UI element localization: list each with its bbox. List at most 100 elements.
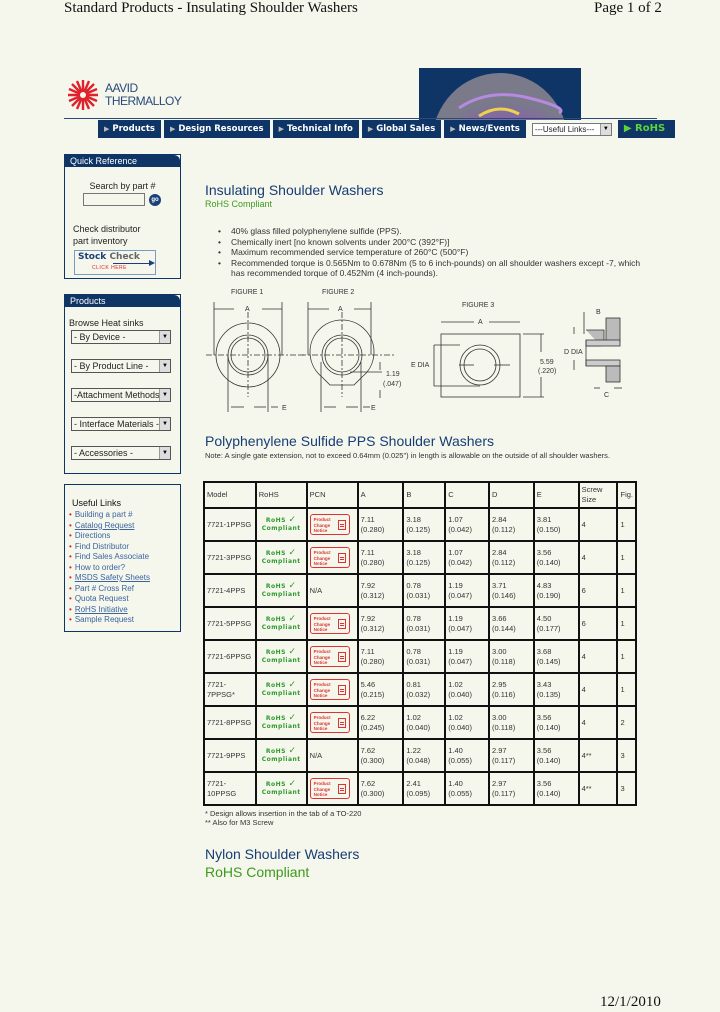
inch-value: (0.040) [448, 689, 472, 699]
feature-list: 40% glass filled polyphenylene sulfide (… [218, 226, 648, 279]
col-pcn: PCN [305, 481, 359, 509]
mm-value: 2.41 [406, 778, 421, 788]
useful-link-label: Part # Cross Ref [74, 583, 134, 593]
inch-value: (0.031) [406, 590, 431, 600]
rohs-badge-line1: RoHS [265, 682, 286, 689]
inch-value: (0.112) [492, 557, 516, 567]
click-here-label: CLICK HERE [92, 265, 128, 271]
useful-link-item[interactable]: • RoHS Initiative [69, 605, 180, 616]
useful-link-item[interactable]: • Part # Cross Ref [69, 584, 180, 595]
figure-1 [206, 302, 304, 412]
interface-materials-select[interactable]: - Interface Materials - ▼ [71, 417, 171, 431]
useful-link-label: Sample Request [74, 615, 134, 624]
dim-559-label: 5.59 [540, 359, 554, 366]
table-row: 7721-8PPSG RoHS ✓ Compliant Product Change No… [203, 705, 637, 740]
rohs-badge-line1: RoHS [265, 715, 286, 722]
useful-link-item[interactable]: • Find Distributor [69, 542, 180, 553]
cell-e: 3.43 (0.135) [532, 672, 580, 707]
useful-link-item[interactable]: • Catalog Request [69, 521, 180, 532]
checkmark-icon: ✓ [288, 680, 297, 690]
cell-rohs: RoHS ✓ Compliant [254, 606, 308, 641]
useful-link-item[interactable]: • Find Sales Associate [69, 552, 180, 563]
useful-link-item[interactable]: • Building a part # [69, 510, 180, 521]
cell-fig: 1 [616, 606, 637, 641]
useful-link-item[interactable]: • Quota Request [69, 594, 180, 605]
by-device-select[interactable]: - By Device - ▼ [71, 330, 171, 344]
accessories-select[interactable]: - Accessories - ▼ [71, 446, 171, 460]
cell-c: 1.07 (0.042) [444, 540, 490, 575]
nav-news-events[interactable]: ▶ News/Events [444, 120, 526, 138]
cell-a: 7.11 (0.280) [356, 639, 405, 674]
rohs-badge-line2: Compliant [261, 558, 301, 565]
stock-check-label: Stock Check [78, 252, 140, 262]
pcn-notice-button[interactable]: Product Change Notice [309, 646, 350, 667]
inch-value: (0.145) [536, 656, 561, 666]
nav-products[interactable]: ▶ Products [98, 120, 161, 138]
rohs-compliant-badge: RoHS ✓ Compliant [259, 549, 304, 566]
useful-link-item[interactable]: • Directions [69, 531, 180, 542]
dropdown-arrow-icon: ▼ [159, 418, 170, 430]
table-row: 7721-6PPSG RoHS ✓ Compliant Product Change No… [203, 639, 637, 674]
useful-link-item[interactable]: • Sample Request [69, 615, 180, 626]
pcn-notice-button[interactable]: Product Change Notice [309, 514, 350, 535]
document-icon [337, 553, 346, 563]
document-icon [337, 784, 346, 794]
cell-model: 7721-1PPSG [203, 507, 257, 542]
go-button[interactable]: go [149, 193, 161, 206]
check-text-line1: Check distributor [73, 224, 141, 234]
mm-value: 3.18 [406, 547, 421, 557]
checkmark-icon: ✓ [288, 779, 297, 789]
logo-text: AAVID THERMALLOY [105, 82, 182, 108]
inch-value: (0.095) [406, 788, 431, 798]
footnote-1: * Design allows insertion in the tab of … [205, 809, 362, 818]
useful-link-item[interactable]: • How to order? [69, 563, 180, 574]
inch-value: (0.140) [536, 755, 561, 765]
pcn-notice-button[interactable]: Product Change Notice [309, 778, 350, 799]
cell-rohs: RoHS ✓ Compliant [254, 639, 308, 674]
stock-check-button[interactable]: Stock Check CLICK HERE [74, 250, 156, 275]
cell-pcn: Product Change Notice [305, 639, 359, 674]
cell-rohs: RoHS ✓ Compliant [254, 705, 308, 740]
by-product-line-select[interactable]: - By Product Line - ▼ [71, 359, 171, 373]
useful-links-select[interactable]: ---Useful Links--- ▼ [531, 123, 612, 136]
nav-technical-info[interactable]: ▶ Technical Info [272, 120, 359, 138]
rohs-compliant-badge: RoHS ✓ Compliant [259, 714, 304, 731]
checkmark-icon: ✓ [288, 614, 297, 624]
useful-link-item[interactable]: • MSDS Safety Sheets [69, 573, 180, 584]
cell-fig: 1 [616, 507, 637, 542]
inch-value: (0.042) [448, 557, 472, 567]
mm-value: 7.92 [360, 613, 376, 623]
nav-global-sales[interactable]: ▶ Global Sales [361, 120, 442, 138]
pps-section-title: Polyphenylene Sulfide PPS Shoulder Washe… [205, 433, 494, 449]
cell-fig: 1 [616, 573, 637, 608]
rohs-badge-line2: Compliant [261, 756, 301, 763]
main-nav: ▶ Products ▶ Design Resources ▶ Technical I… [98, 120, 676, 139]
cell-e: 3.56 (0.140) [532, 771, 580, 806]
bullet-icon: • [69, 594, 72, 603]
inch-value: (0.177) [536, 623, 561, 633]
part-search-input[interactable] [83, 193, 145, 206]
useful-link-label: Find Distributor [74, 541, 130, 551]
inch-value: (0.280) [360, 656, 385, 666]
pcn-notice-button[interactable]: Product Change Notice [309, 679, 350, 700]
pcn-notice-button[interactable]: Product Change Notice [309, 547, 350, 568]
mm-value: 3.66 [492, 613, 507, 623]
useful-link-label: RoHS Initiative [74, 604, 128, 614]
inch-value: (0.117) [492, 755, 516, 765]
mm-value: 7.62 [360, 745, 376, 755]
nav-design-resources[interactable]: ▶ Design Resources [163, 120, 270, 138]
pcn-notice-button[interactable]: Product Change Notice [309, 613, 350, 634]
inch-value: (0.135) [536, 689, 561, 699]
mm-value: 1.40 [448, 778, 463, 788]
pcn-notice-button[interactable]: Product Change Notice [309, 712, 350, 733]
nav-rohs[interactable]: ▶ RoHS [617, 120, 676, 138]
inch-value: (0.125) [406, 557, 431, 567]
aavid-logo[interactable]: AAVID THERMALLOY [66, 78, 206, 112]
mm-value: 1.07 [448, 547, 463, 557]
cell-a: 7.92 (0.312) [356, 573, 405, 608]
attachment-methods-select[interactable]: -Attachment Methods ▼ [71, 388, 171, 402]
mm-value: 2.97 [492, 778, 507, 788]
bullet-icon: • [69, 573, 72, 582]
rohs-compliant-badge: RoHS ✓ Compliant [259, 780, 304, 797]
col-e: E [532, 481, 580, 509]
